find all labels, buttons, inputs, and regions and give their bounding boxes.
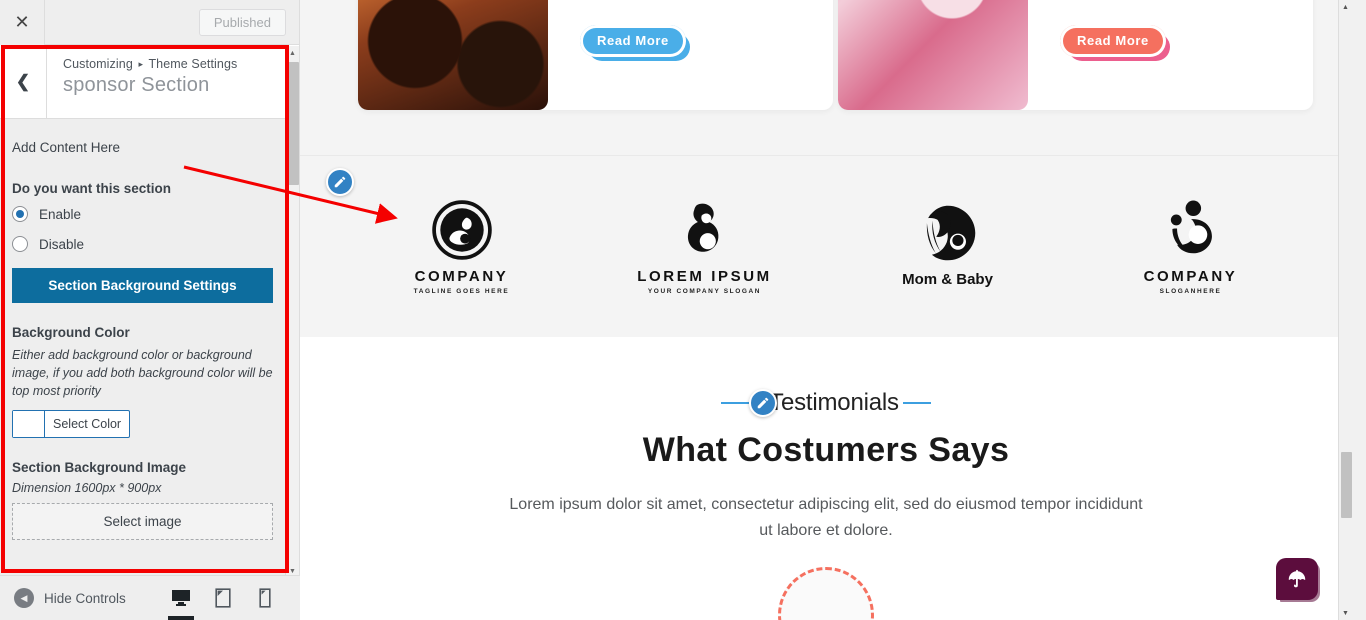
read-more-button[interactable]: Read More [1060, 25, 1166, 57]
testimonials-eyebrow: Testimonials [721, 389, 931, 417]
sponsor-logo[interactable]: Mom & Baby [853, 202, 1043, 291]
close-icon[interactable]: ✕ [0, 0, 45, 45]
background-image-heading: Section Background Image [12, 460, 187, 476]
testimonials-subtitle: Lorem ipsum dolor sit amet, consectetur … [509, 496, 1143, 540]
breadcrumb-root[interactable]: Customizing [63, 57, 133, 71]
blog-card-body: Read More [1028, 0, 1313, 110]
concert-crowd-image [358, 0, 548, 110]
radio-option-enable[interactable]: Enable [12, 206, 273, 222]
blog-card[interactable]: Read More [358, 0, 833, 110]
section-toggle-title: Do you want this section [12, 181, 172, 196]
customizer-panel: ✕ Published ❮ Customizing ▸ Theme Settin… [0, 0, 300, 620]
eyebrow-rule-right [902, 402, 931, 404]
pink-gift-box-image [838, 0, 1028, 110]
mobile-icon[interactable] [244, 576, 286, 620]
lock-mother-child-logo [610, 199, 800, 261]
scrollbar-thumb[interactable] [288, 62, 299, 185]
add-content-label: Add Content Here [12, 140, 121, 155]
radio-option-disable[interactable]: Disable [12, 236, 273, 252]
customizer-scrollbar[interactable]: ▲ ▼ [285, 46, 299, 578]
section-header-text: Customizing ▸ Theme Settings sponsor Sec… [47, 45, 237, 118]
background-image-dimension: Dimension 1600px * 900px [12, 481, 162, 496]
sponsor-logo-name: LOREM IPSUM [637, 267, 772, 285]
radio-disable-input[interactable] [12, 236, 28, 252]
tablet-icon[interactable] [202, 576, 244, 620]
customizer-footer: ◀ Hide Controls [0, 575, 300, 620]
section-background-settings-button[interactable]: Section Background Settings [12, 268, 273, 303]
sponsor-logo-name: Mom & Baby [902, 271, 993, 288]
sponsor-logo-name: COMPANY [1143, 267, 1238, 285]
testimonials-eyebrow-text: Testimonials [769, 389, 899, 416]
mom-baby-circle-logo [853, 202, 1043, 264]
background-color-description: Either add background color or backgroun… [12, 348, 273, 399]
umbrella-icon[interactable] [1276, 558, 1318, 600]
scroll-up-arrow-icon[interactable]: ▲ [286, 46, 299, 60]
customizer-controls: Add Content Here Do you want this sectio… [0, 120, 285, 578]
sponsor-logo-tagline: TAGLINE GOES HERE [413, 287, 510, 295]
color-swatch[interactable] [13, 411, 45, 438]
page-title: sponsor Section [63, 74, 210, 96]
blog-cards-strip: Read More Read More [300, 0, 1352, 155]
chevron-left-circle-icon: ◀ [14, 588, 34, 608]
select-color-label: Select Color [53, 417, 122, 432]
hide-controls-label: Hide Controls [44, 590, 126, 606]
sponsor-logo[interactable]: COMPANY SLOGANHERE [1096, 199, 1286, 295]
testimonials-section: Testimonials What Costumers Says Lorem i… [300, 337, 1352, 620]
blog-card-body: Read More [548, 0, 833, 110]
pencil-edit-icon[interactable] [749, 389, 778, 417]
chevron-right-icon: ▸ [138, 59, 144, 69]
sponsor-logo[interactable]: COMPANY TAGLINE GOES HERE [367, 199, 557, 295]
parent-child-abstract-logo [1096, 199, 1286, 261]
blog-card[interactable]: Read More [838, 0, 1313, 110]
radio-enable-input[interactable] [12, 206, 28, 222]
sponsor-logo-name: COMPANY [414, 267, 509, 285]
sponsor-logo-tagline: SLOGANHERE [1159, 287, 1222, 295]
hide-controls-button[interactable]: ◀ Hide Controls [0, 588, 126, 608]
chevron-left-icon[interactable]: ❮ [0, 45, 47, 118]
customizer-header: ✕ Published [0, 0, 299, 45]
testimonial-avatar [778, 566, 874, 620]
scroll-down-arrow-icon[interactable]: ▼ [1339, 606, 1352, 620]
preview-scrollbar[interactable]: ▲ ▼ [1338, 0, 1352, 620]
select-color-button[interactable]: Select Color [12, 410, 131, 439]
read-more-button[interactable]: Read More [580, 25, 686, 57]
scroll-up-arrow-icon[interactable]: ▲ [1339, 0, 1352, 14]
device-preview-group [160, 576, 300, 620]
desktop-icon[interactable] [160, 576, 202, 620]
pencil-edit-icon[interactable] [326, 168, 354, 196]
company-globe-baby-logo [367, 199, 557, 261]
section-header: ❮ Customizing ▸ Theme Settings sponsor S… [0, 45, 299, 119]
breadcrumb: Customizing ▸ Theme Settings [63, 57, 237, 71]
scrollbar-thumb[interactable] [1341, 452, 1352, 518]
eyebrow-rule-left [721, 402, 750, 404]
select-image-button[interactable]: Select image [12, 503, 273, 541]
sponsor-logo[interactable]: LOREM IPSUM YOUR COMPANY SLOGAN [610, 199, 800, 295]
breadcrumb-parent[interactable]: Theme Settings [148, 57, 237, 71]
site-preview: Read More Read More COMPANY TAGLINE GOES… [300, 0, 1352, 620]
sponsor-logo-tagline: YOUR COMPANY SLOGAN [647, 287, 762, 295]
testimonials-title: What Costumers Says [642, 431, 1010, 469]
customizer-screen: ✕ Published ❮ Customizing ▸ Theme Settin… [0, 0, 1366, 620]
radio-disable-label: Disable [39, 236, 85, 252]
publish-button[interactable]: Published [198, 8, 286, 36]
sponsor-section: COMPANY TAGLINE GOES HERE LOREM IPSUM YO… [300, 155, 1352, 337]
radio-enable-label: Enable [39, 206, 82, 222]
background-color-heading: Background Color [12, 325, 130, 340]
